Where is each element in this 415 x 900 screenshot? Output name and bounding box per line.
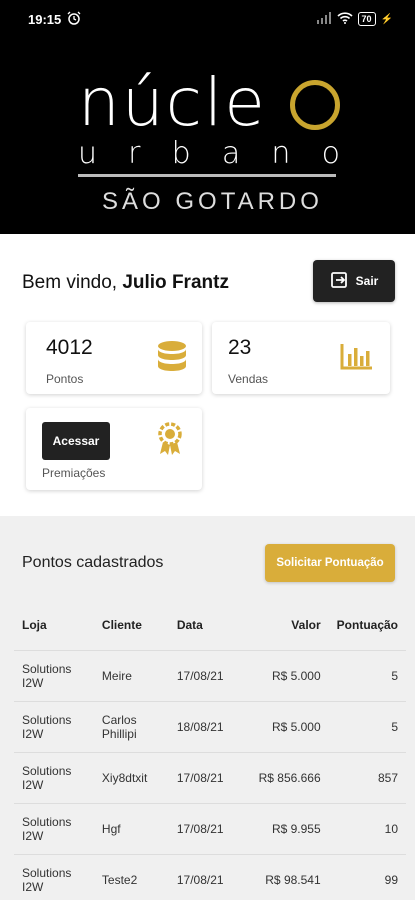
alarm-icon: [67, 11, 81, 28]
signal-icon: [316, 11, 332, 27]
table-row[interactable]: Solutions I2W Carlos Phillipi 18/08/21 R…: [14, 701, 406, 753]
sales-label: Vendas: [228, 372, 269, 386]
rewards-card: Acessar Premiações: [26, 408, 202, 490]
cell-data: 17/08/21: [168, 752, 239, 804]
access-rewards-button[interactable]: Acessar: [42, 422, 110, 460]
award-icon: [156, 422, 184, 461]
cell-loja: Solutions I2W: [14, 650, 94, 702]
logo-letter: o: [321, 136, 340, 171]
cell-valor: R$ 856.666: [238, 752, 329, 804]
cell-pontuacao: 5: [328, 650, 406, 702]
charging-icon: ⚡: [380, 13, 393, 25]
greeting-text: Bem vindo,: [22, 272, 118, 293]
cell-loja: Solutions I2W: [14, 803, 94, 855]
cell-valor: R$ 5.000: [238, 650, 329, 702]
logo-letter: b: [171, 136, 191, 171]
table-row[interactable]: Solutions I2W Teste2 17/08/21 R$ 98.541 …: [14, 854, 406, 900]
table-header-row: Loja Cliente Data Valor Pontuação: [14, 600, 406, 651]
cell-cliente: Meire: [93, 650, 169, 702]
cell-data: 17/08/21: [168, 854, 239, 900]
points-section-title: Pontos cadastrados: [22, 554, 164, 571]
logo-letter: r: [128, 136, 141, 171]
cell-loja: Solutions I2W: [14, 701, 94, 753]
cell-pontuacao: 857: [328, 752, 406, 804]
wifi-icon: [336, 11, 353, 27]
cell-loja: Solutions I2W: [14, 854, 94, 900]
table-row[interactable]: Solutions I2W Hgf 17/08/21 R$ 9.955 10: [14, 803, 406, 855]
welcome-message: Bem vindo, Julio Frantz: [22, 272, 229, 294]
logout-button[interactable]: Sair: [313, 260, 395, 302]
logo-divider: [78, 174, 336, 177]
points-table: Loja Cliente Data Valor Pontuação Soluti…: [14, 600, 406, 900]
logo-ring-icon: [290, 80, 340, 130]
bar-chart-icon: [340, 342, 374, 375]
logout-label: Sair: [355, 274, 379, 288]
cell-data: 17/08/21: [168, 650, 239, 702]
cell-valor: R$ 98.541: [238, 854, 329, 900]
request-points-button[interactable]: Solicitar Pontuação: [265, 544, 395, 582]
logo-letter: u: [78, 136, 98, 171]
logo-sub: u r b a n o: [78, 138, 340, 170]
cell-loja: Solutions I2W: [14, 752, 94, 804]
table-row[interactable]: Solutions I2W Xiy8dtxit 17/08/21 R$ 856.…: [14, 752, 406, 804]
points-card: 4012 Pontos: [26, 322, 202, 394]
nucleo-urbano-logo: núcle u r b a n o SÃO GOTARDO: [78, 70, 340, 220]
battery-icon: 70: [357, 12, 376, 26]
cell-valor: R$ 5.000: [238, 701, 329, 753]
cell-cliente: Carlos Phillipi: [93, 701, 169, 753]
cell-pontuacao: 5: [328, 701, 406, 753]
column-header-valor[interactable]: Valor: [238, 600, 329, 651]
status-bar: 19:15 70 ⚡: [0, 0, 415, 38]
sales-value: 23: [228, 336, 252, 359]
cell-cliente: Xiy8dtxit: [93, 752, 169, 804]
table-row[interactable]: Solutions I2W Meire 17/08/21 R$ 5.000 5: [14, 650, 406, 702]
rewards-label: Premiações: [42, 466, 106, 480]
logo-letter: n: [271, 136, 291, 171]
app-header: 19:15 70 ⚡ núcle u r b a n o SÃO GOTARDO: [0, 0, 415, 234]
cell-data: 18/08/21: [168, 701, 239, 753]
column-header-loja[interactable]: Loja: [14, 600, 94, 651]
cell-cliente: Hgf: [93, 803, 169, 855]
dashboard-summary: Bem vindo, Julio Frantz Sair 4012 Pontos…: [0, 234, 415, 516]
column-header-cliente[interactable]: Cliente: [93, 600, 169, 651]
sales-card: 23 Vendas: [212, 322, 390, 394]
points-value: 4012: [46, 336, 93, 359]
cell-data: 17/08/21: [168, 803, 239, 855]
logo-city: SÃO GOTARDO: [102, 188, 323, 215]
user-name: Julio Frantz: [122, 272, 229, 293]
column-header-data[interactable]: Data: [168, 600, 239, 651]
column-header-pontuacao[interactable]: Pontuação: [328, 600, 406, 651]
database-icon: [156, 340, 188, 379]
cell-pontuacao: 99: [328, 854, 406, 900]
points-label: Pontos: [46, 372, 84, 386]
points-section: Pontos cadastrados Solicitar Pontuação L…: [0, 516, 415, 900]
logo-word: núcle: [78, 64, 267, 141]
status-time: 19:15: [28, 11, 62, 27]
cell-valor: R$ 9.955: [238, 803, 329, 855]
cell-cliente: Teste2: [93, 854, 169, 900]
logout-icon: [330, 271, 348, 292]
logo-letter: a: [221, 136, 241, 171]
cell-pontuacao: 10: [328, 803, 406, 855]
